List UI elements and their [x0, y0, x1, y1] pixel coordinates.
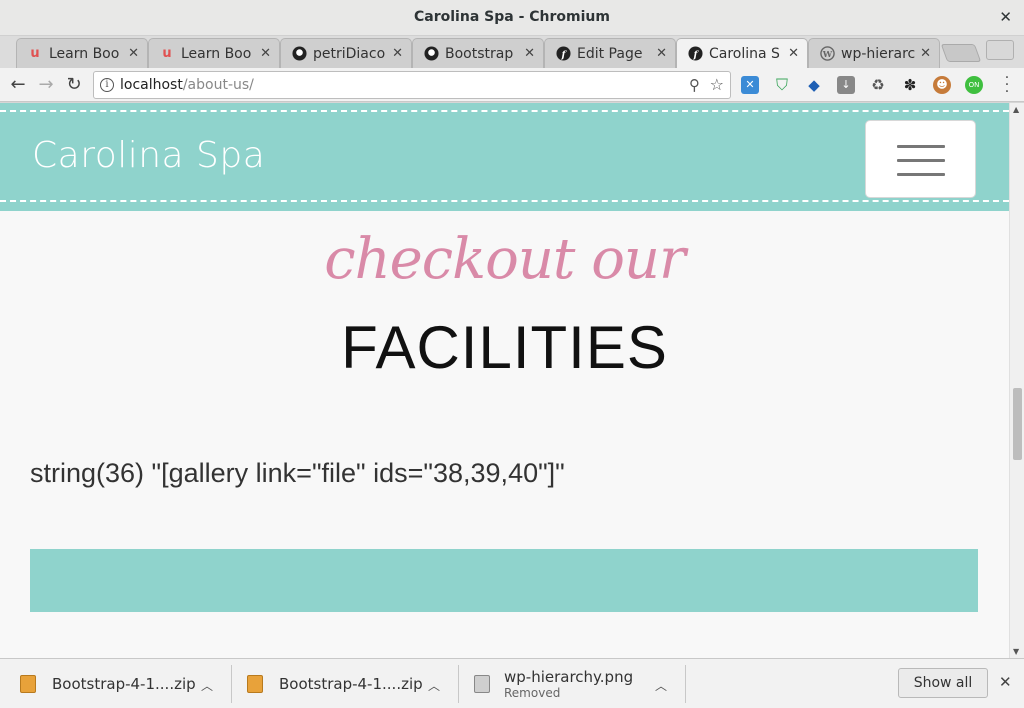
tab-label: Carolina S	[709, 45, 780, 62]
extension-download-icon[interactable]: ↓	[837, 76, 855, 94]
tab-close-icon[interactable]: ✕	[920, 46, 931, 61]
teal-banner	[30, 549, 978, 612]
tab-label: Learn Boo	[181, 45, 252, 62]
tab-label: Bootstrap	[445, 45, 514, 62]
hamburger-line	[897, 173, 945, 176]
new-tab-button[interactable]	[940, 44, 982, 62]
github-icon	[291, 46, 307, 62]
symfony-icon: f	[555, 46, 571, 62]
menu-icon[interactable]: · · ·	[1004, 71, 1010, 99]
download-name: Bootstrap-4-1....zip	[52, 675, 196, 693]
download-status: Removed	[504, 686, 561, 700]
header-dash-bottom	[0, 200, 1009, 202]
page-viewport: Carolina Spa checkout our FACILITIES str…	[0, 103, 1009, 658]
var-dump-text: string(36) "[gallery link="file" ids="38…	[30, 458, 565, 488]
scroll-up-icon[interactable]: ▲	[1013, 105, 1019, 114]
symfony-icon: f	[687, 46, 703, 62]
download-item[interactable]: Bootstrap-4-1....zip	[20, 665, 196, 703]
extension-recycle-icon[interactable]: ♻	[869, 76, 887, 94]
tab-carolina-spa[interactable]: f Carolina S ✕	[676, 38, 808, 68]
image-file-icon	[474, 675, 490, 693]
tab-learn-boo-2[interactable]: u Learn Boo ✕	[148, 38, 280, 68]
browser-toolbar: ← → ↻ i localhost/about-us/ ⚲ ☆ ✕ ⛉ ◆ ↓ …	[0, 68, 1024, 102]
download-item[interactable]: wp-hierarchy.png Removed	[474, 665, 633, 703]
svg-text:W: W	[821, 49, 832, 59]
zip-file-icon	[20, 675, 36, 693]
hamburger-menu-button[interactable]	[865, 120, 976, 198]
tab-wp-hierarchy[interactable]: W wp-hierarc ✕	[808, 38, 940, 68]
wordpress-icon: W	[819, 46, 835, 62]
reload-icon[interactable]: ↻	[62, 73, 86, 97]
github-icon	[423, 46, 439, 62]
tab-label: Learn Boo	[49, 45, 120, 62]
extension-face-icon[interactable]: ☻	[933, 76, 951, 94]
info-icon[interactable]: i	[100, 78, 114, 92]
bookmark-star-icon[interactable]: ☆	[710, 75, 724, 94]
tab-close-icon[interactable]: ✕	[128, 46, 139, 61]
tab-close-icon[interactable]: ✕	[392, 46, 403, 61]
tab-petridiaco[interactable]: petriDiaco ✕	[280, 38, 412, 68]
tab-label: Edit Page	[577, 45, 643, 62]
scrollbar-thumb[interactable]	[1013, 388, 1022, 460]
udemy-icon: u	[30, 46, 40, 61]
window-close-icon[interactable]: ✕	[999, 8, 1012, 26]
tab-close-icon[interactable]: ✕	[260, 46, 271, 61]
tab-edit-page[interactable]: f Edit Page ✕	[544, 38, 676, 68]
window-titlebar: Carolina Spa - Chromium ✕	[0, 0, 1024, 36]
scroll-down-icon[interactable]: ▼	[1013, 647, 1019, 656]
tab-strip: u Learn Boo ✕ u Learn Boo ✕ petriDiaco ✕…	[0, 36, 1024, 68]
vertical-scrollbar[interactable]: ▲ ▼	[1009, 103, 1024, 658]
downloads-bar: Bootstrap-4-1....zip ︿ Bootstrap-4-1....…	[0, 658, 1024, 708]
zoom-icon[interactable]: ⚲	[689, 76, 700, 94]
show-all-button[interactable]: Show all	[898, 668, 988, 698]
hamburger-line	[897, 159, 945, 162]
header-dash-top	[0, 110, 1009, 112]
extension-on-icon[interactable]: ON	[965, 76, 983, 94]
tab-close-icon[interactable]: ✕	[524, 46, 535, 61]
page-heading: FACILITIES	[341, 314, 668, 381]
extension-mail-icon[interactable]: ✕	[741, 76, 759, 94]
tab-close-icon[interactable]: ✕	[788, 46, 799, 61]
udemy-icon: u	[162, 46, 172, 61]
back-icon[interactable]: ←	[6, 73, 30, 97]
extension-paw-icon[interactable]: ✽	[901, 76, 919, 94]
profile-button[interactable]	[986, 40, 1014, 60]
close-downloads-icon[interactable]: ✕	[999, 673, 1012, 691]
chevron-up-icon[interactable]: ︿	[655, 677, 667, 694]
download-item[interactable]: Bootstrap-4-1....zip	[247, 665, 423, 703]
extension-bird-icon[interactable]: ◆	[805, 76, 823, 94]
zip-file-icon	[247, 675, 263, 693]
tab-label: wp-hierarc	[841, 45, 916, 62]
tab-bootstrap[interactable]: Bootstrap ✕	[412, 38, 544, 68]
download-name: wp-hierarchy.png	[504, 668, 634, 686]
address-url[interactable]: localhost/about-us/	[120, 77, 254, 93]
hamburger-line	[897, 145, 945, 148]
site-brand[interactable]: Carolina Spa	[32, 135, 265, 176]
download-name: Bootstrap-4-1....zip	[279, 675, 423, 693]
address-bar[interactable]: i localhost/about-us/ ⚲ ☆	[93, 71, 731, 99]
chevron-up-icon[interactable]: ︿	[428, 677, 440, 694]
download-separator	[685, 665, 686, 703]
url-host: localhost	[120, 77, 183, 93]
site-header: Carolina Spa	[0, 103, 1009, 211]
download-text: wp-hierarchy.png Removed	[504, 668, 633, 700]
download-separator	[458, 665, 459, 703]
script-heading: checkout our	[324, 227, 686, 292]
url-path: /about-us/	[182, 77, 254, 93]
download-separator	[231, 665, 232, 703]
window-title: Carolina Spa - Chromium	[414, 9, 610, 25]
forward-icon[interactable]: →	[34, 73, 58, 97]
chevron-up-icon[interactable]: ︿	[201, 677, 213, 694]
tab-close-icon[interactable]: ✕	[656, 46, 667, 61]
tab-label: petriDiaco	[313, 45, 386, 62]
extension-shield-icon[interactable]: ⛉	[773, 76, 791, 94]
tab-learn-boo-1[interactable]: u Learn Boo ✕	[16, 38, 148, 68]
